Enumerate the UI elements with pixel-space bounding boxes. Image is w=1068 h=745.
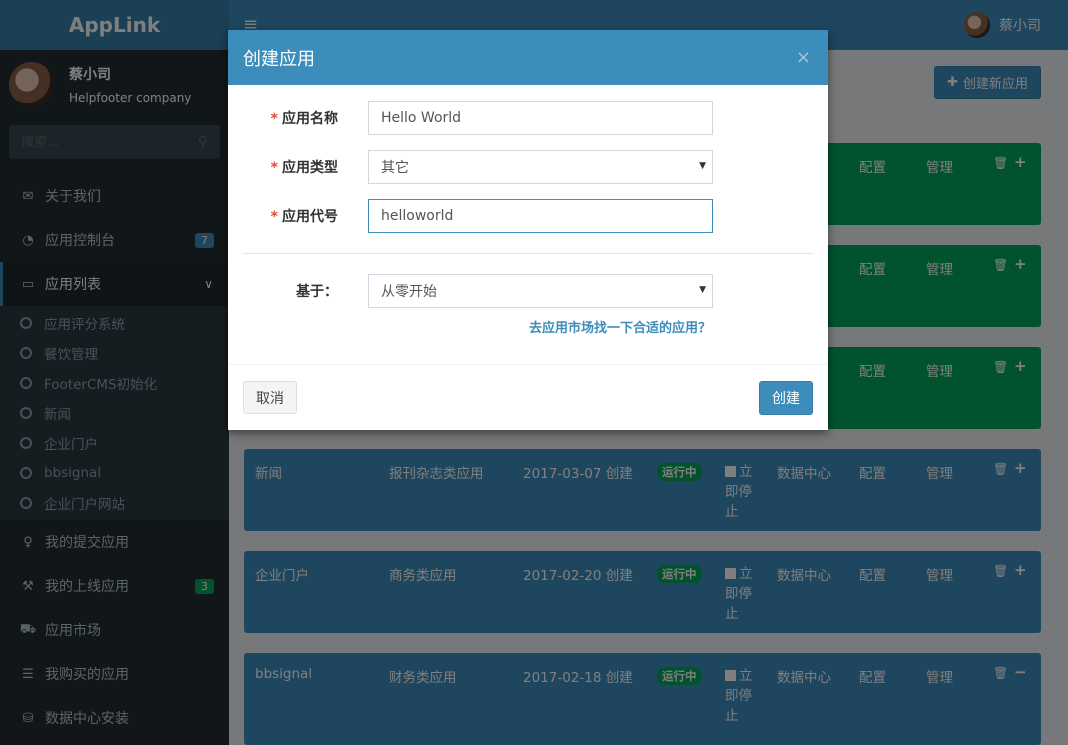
- required-mark: *: [270, 209, 278, 225]
- app-name-label-text: 应用名称: [282, 111, 338, 127]
- modal-title: 创建应用: [243, 48, 315, 70]
- app-name-row: * 应用名称 Hello World: [228, 101, 713, 135]
- caret-down-icon: ▼: [699, 161, 706, 171]
- app-code-label: * 应用代号: [228, 206, 368, 226]
- caret-down-icon: ▼: [699, 285, 706, 295]
- app-name-label: * 应用名称: [228, 108, 368, 128]
- app-code-label-text: 应用代号: [282, 209, 338, 225]
- app-code-input[interactable]: helloworld: [368, 199, 713, 233]
- modal-footer: 取消 创建: [228, 364, 828, 430]
- create-button[interactable]: 创建: [759, 381, 813, 415]
- app-type-label: * 应用类型: [228, 157, 368, 177]
- required-mark: *: [270, 160, 278, 176]
- app-type-label-text: 应用类型: [282, 160, 338, 176]
- form-divider: [243, 253, 813, 254]
- modal-header: 创建应用 ×: [228, 30, 828, 85]
- cancel-button[interactable]: 取消: [243, 381, 297, 414]
- app-name-input[interactable]: Hello World: [368, 101, 713, 135]
- required-mark: *: [270, 111, 278, 127]
- base-select[interactable]: 从零开始 ▼: [368, 274, 713, 308]
- close-icon[interactable]: ×: [796, 47, 811, 68]
- app-market-link[interactable]: 去应用市场找一下合适的应用？: [529, 317, 711, 336]
- app-type-row: * 应用类型 其它 ▼: [228, 150, 713, 184]
- app-type-select[interactable]: 其它 ▼: [368, 150, 713, 184]
- create-app-modal: 创建应用 × * 应用名称 Hello World * 应用类型 其它 ▼ * 应用代…: [228, 30, 828, 430]
- base-value: 从零开始: [381, 284, 437, 300]
- app-type-value: 其它: [381, 160, 409, 176]
- base-label: 基于：: [296, 284, 338, 300]
- app-code-row: * 应用代号 helloworld: [228, 199, 713, 233]
- base-row: 基于： 从零开始 ▼: [228, 274, 713, 308]
